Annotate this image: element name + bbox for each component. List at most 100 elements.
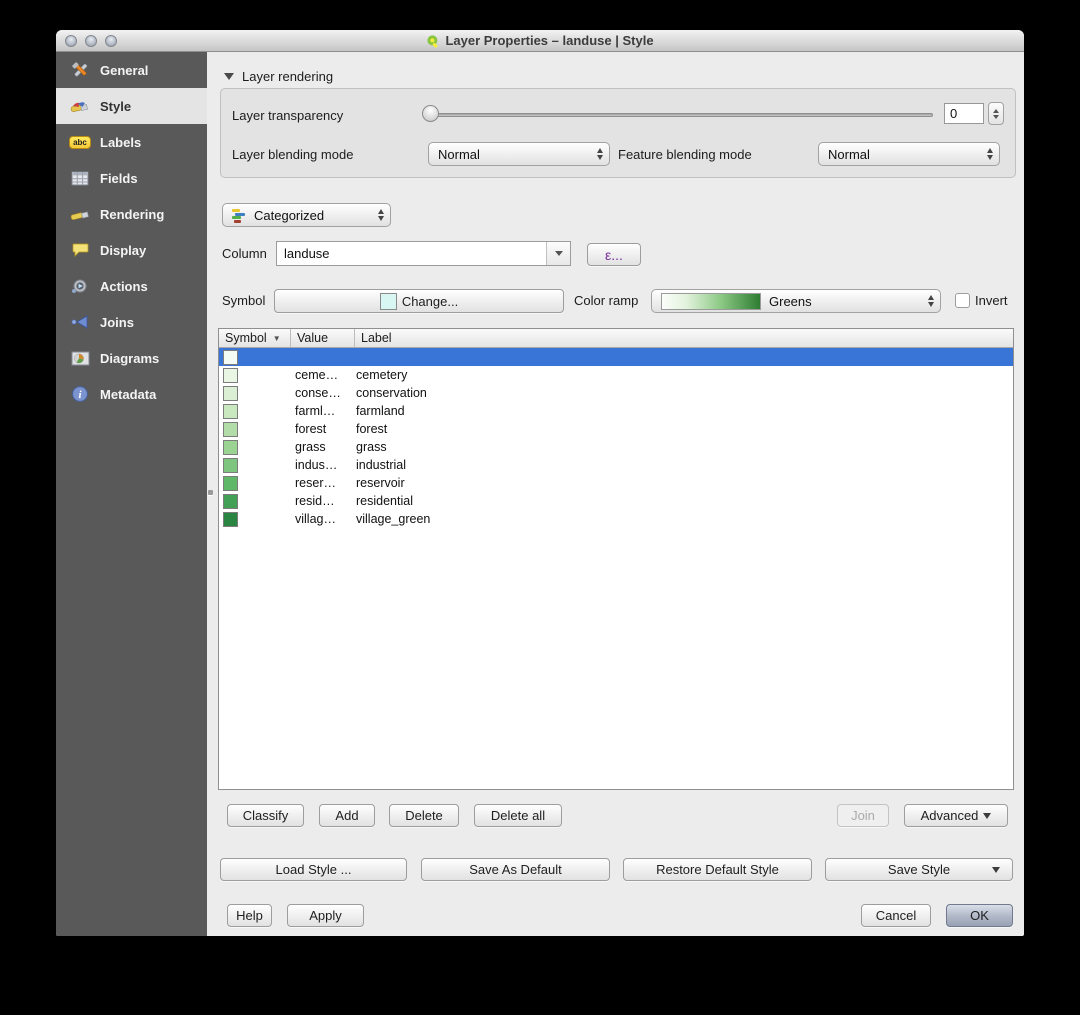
value-cell: farml…: [295, 404, 336, 418]
add-button[interactable]: Add: [319, 804, 375, 827]
sidebar-splitter-handle[interactable]: [207, 485, 214, 499]
column-header-value[interactable]: Value: [291, 329, 355, 347]
symbol-change-button[interactable]: Change...: [274, 289, 564, 313]
sidebar-item-actions[interactable]: Actions: [56, 268, 207, 304]
symbol-swatch[interactable]: [223, 349, 238, 365]
sidebar-item-diagrams[interactable]: Diagrams: [56, 340, 207, 376]
save-style-button[interactable]: Save Style: [825, 858, 1013, 881]
symbol-swatch[interactable]: [223, 421, 238, 437]
restore-default-style-button[interactable]: Restore Default Style: [623, 858, 812, 881]
renderer-type-select[interactable]: Categorized: [222, 203, 391, 227]
symbol-swatch[interactable]: [223, 367, 238, 383]
delete-button[interactable]: Delete: [389, 804, 459, 827]
sidebar-item-label: Display: [100, 242, 147, 258]
color-ramp-label: Color ramp: [574, 293, 639, 308]
combo-dropdown-icon[interactable]: [546, 242, 570, 265]
symbol-label: Symbol: [222, 293, 266, 308]
feature-blending-mode-select[interactable]: Normal: [818, 142, 1000, 166]
column-combobox[interactable]: landuse: [276, 241, 571, 266]
symbol-swatch[interactable]: [223, 457, 238, 473]
join-button[interactable]: Join: [837, 804, 889, 827]
sidebar-item-label: Joins: [100, 314, 134, 330]
layer-transparency-label: Layer transparency: [232, 108, 344, 123]
zoom-button[interactable]: [105, 35, 117, 47]
save-as-default-button[interactable]: Save As Default: [421, 858, 610, 881]
table-row[interactable]: forest forest: [219, 420, 1013, 438]
help-button[interactable]: Help: [227, 904, 272, 927]
table-row[interactable]: resid… residential: [219, 492, 1013, 510]
advanced-button[interactable]: Advanced: [904, 804, 1008, 827]
label-cell: reservoir: [356, 476, 405, 490]
join-arrow-icon: [69, 312, 91, 332]
delete-all-button[interactable]: Delete all: [474, 804, 562, 827]
table-row[interactable]: [219, 348, 1013, 366]
label-cell: cemetery: [356, 368, 408, 382]
ok-button[interactable]: OK: [946, 904, 1013, 927]
color-ramp-select[interactable]: Greens: [651, 289, 941, 313]
transparency-slider-handle[interactable]: [422, 105, 439, 122]
popup-stepper-icon: [378, 209, 384, 221]
value-cell: resid…: [295, 494, 335, 508]
sidebar-item-rendering[interactable]: Rendering: [56, 196, 207, 232]
pie-chart-icon: [69, 348, 91, 368]
value-cell: forest: [295, 422, 327, 436]
table-row[interactable]: indus… industrial: [219, 456, 1013, 474]
popup-stepper-icon: [987, 148, 993, 160]
transparency-stepper[interactable]: [988, 102, 1004, 125]
categories-table[interactable]: Symbol ▼ Value Label ceme… cemetery cons…: [218, 328, 1014, 790]
close-button[interactable]: [65, 35, 77, 47]
sidebar-item-joins[interactable]: Joins: [56, 304, 207, 340]
layer-blending-mode-label: Layer blending mode: [232, 147, 354, 162]
symbol-swatch[interactable]: [223, 385, 238, 401]
paintbrush-icon: [69, 96, 91, 116]
window-controls: [65, 35, 117, 47]
symbol-swatch[interactable]: [223, 439, 238, 455]
table-row[interactable]: farml… farmland: [219, 402, 1013, 420]
tools-icon: [69, 60, 91, 80]
apply-button[interactable]: Apply: [287, 904, 364, 927]
sidebar-item-label: Diagrams: [100, 350, 160, 366]
label-cell: forest: [356, 422, 388, 436]
symbol-swatch[interactable]: [223, 511, 238, 527]
load-style-button[interactable]: Load Style ...: [220, 858, 407, 881]
table-row[interactable]: reser… reservoir: [219, 474, 1013, 492]
table-row[interactable]: grass grass: [219, 438, 1013, 456]
transparency-slider-track[interactable]: [428, 113, 933, 117]
speech-bubble-icon: [69, 240, 91, 260]
layer-rendering-section-header[interactable]: Layer rendering: [224, 69, 333, 84]
symbol-preview-swatch: [379, 292, 397, 310]
title-bar[interactable]: Layer Properties – landuse | Style: [56, 30, 1024, 52]
layer-blending-mode-select[interactable]: Normal: [428, 142, 610, 166]
window-title: Layer Properties – landuse | Style: [56, 33, 1024, 48]
symbol-swatch[interactable]: [223, 475, 238, 491]
cancel-button[interactable]: Cancel: [861, 904, 931, 927]
column-header-symbol[interactable]: Symbol ▼: [219, 329, 291, 347]
classify-button[interactable]: Classify: [227, 804, 304, 827]
value-cell: villag…: [295, 512, 336, 526]
expression-builder-button[interactable]: ε...: [587, 243, 641, 266]
layer-properties-dialog: Layer Properties – landuse | Style Gener…: [56, 30, 1024, 936]
invert-checkbox[interactable]: [955, 293, 970, 308]
column-header-label[interactable]: Label: [355, 329, 1013, 347]
sidebar-item-fields[interactable]: Fields: [56, 160, 207, 196]
sidebar-item-display[interactable]: Display: [56, 232, 207, 268]
qgis-logo-icon: [426, 34, 440, 48]
sidebar-item-labels[interactable]: abc Labels: [56, 124, 207, 160]
sidebar-item-metadata[interactable]: i Metadata: [56, 376, 207, 412]
collapse-triangle-icon: [224, 73, 234, 80]
table-row[interactable]: ceme… cemetery: [219, 366, 1013, 384]
label-cell: residential: [356, 494, 413, 508]
transparency-value-field[interactable]: 0: [944, 103, 984, 124]
table-row[interactable]: conse… conservation: [219, 384, 1013, 402]
sidebar-item-style[interactable]: Style: [56, 88, 207, 124]
value-cell: conse…: [295, 386, 341, 400]
symbol-swatch[interactable]: [223, 493, 238, 509]
symbol-swatch[interactable]: [223, 403, 238, 419]
label-cell: conservation: [356, 386, 427, 400]
column-label: Column: [222, 246, 267, 261]
sidebar-item-label: Metadata: [100, 386, 157, 402]
value-cell: reser…: [295, 476, 336, 490]
sidebar-item-general[interactable]: General: [56, 52, 207, 88]
table-row[interactable]: villag… village_green: [219, 510, 1013, 528]
minimize-button[interactable]: [85, 35, 97, 47]
